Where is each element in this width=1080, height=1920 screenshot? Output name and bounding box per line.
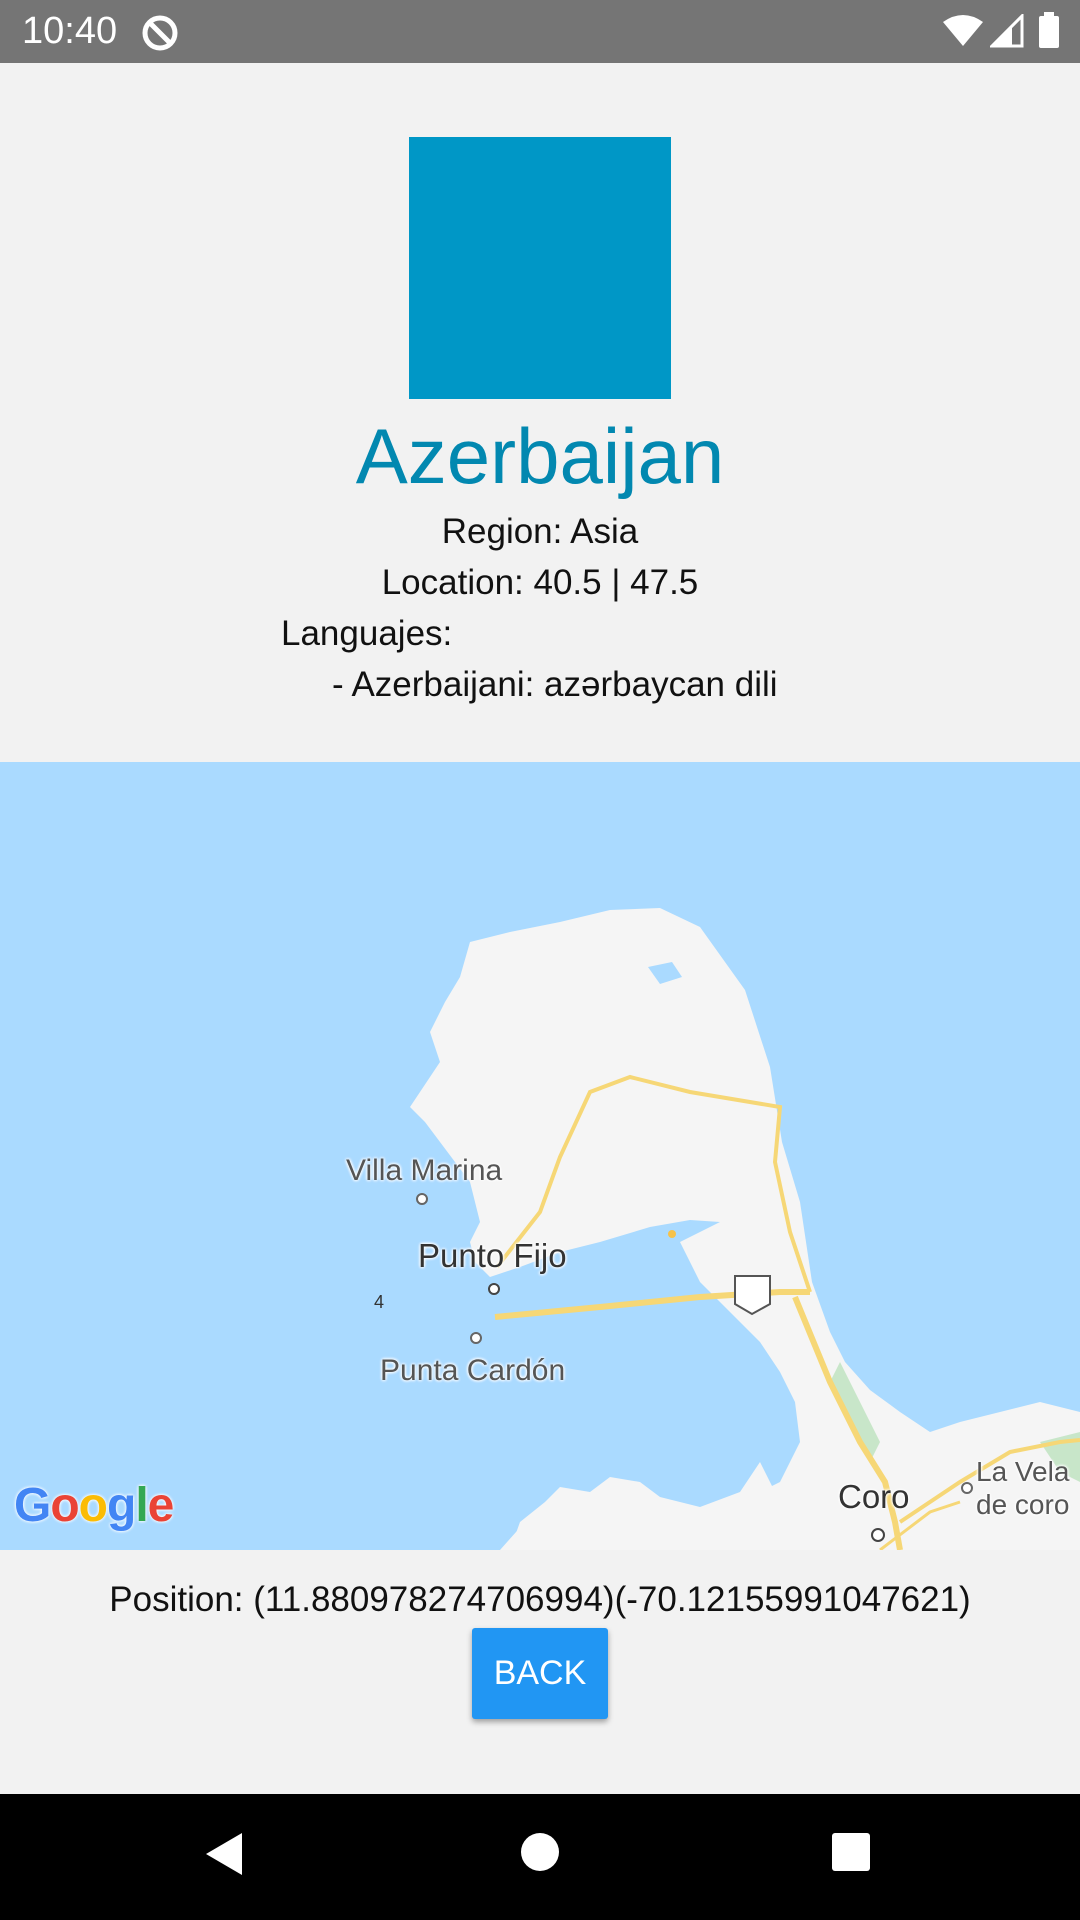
poi-marker bbox=[668, 1230, 676, 1238]
punto-fijo-marker bbox=[488, 1283, 500, 1295]
back-triangle-icon[interactable] bbox=[204, 1831, 244, 1877]
position-text: Position: (11.880978274706994)(-70.12155… bbox=[109, 1580, 971, 1619]
navigation-bar bbox=[0, 1794, 1080, 1920]
punto-fijo-label: Punto Fijo bbox=[418, 1237, 567, 1274]
coro-label: Coro bbox=[838, 1478, 910, 1515]
villa-marina-label: Villa Marina bbox=[346, 1154, 503, 1187]
back-button[interactable]: BACK bbox=[472, 1628, 608, 1719]
battery-icon bbox=[1039, 12, 1059, 48]
recents-square-icon[interactable] bbox=[831, 1832, 871, 1872]
region-text: Region: Asia bbox=[441, 512, 639, 551]
la-vela-marker bbox=[961, 1482, 973, 1494]
google-logo: Google bbox=[14, 1479, 174, 1532]
language-item: - Azerbaijani: azərbaycan dili bbox=[332, 665, 778, 704]
signal-icon bbox=[990, 14, 1024, 48]
punta-cardon-label: Punta Cardón bbox=[380, 1354, 566, 1387]
wifi-icon bbox=[943, 15, 983, 46]
location-text: Location: 40.5 | 47.5 bbox=[381, 563, 699, 602]
country-name: Azerbaijan bbox=[355, 412, 725, 500]
status-bar: 10:40 bbox=[0, 0, 1080, 63]
villa-marina-marker bbox=[416, 1193, 428, 1205]
languages-label: Languajes: bbox=[281, 614, 453, 653]
la-vela-label-line1: La Vela bbox=[976, 1456, 1070, 1487]
map-graphic bbox=[410, 908, 1080, 1550]
coro-marker bbox=[871, 1528, 885, 1542]
map-view[interactable]: 4 Villa Marina Punto Fijo Punta Cardón C… bbox=[0, 762, 1080, 1550]
route-shield-number: 4 bbox=[374, 1292, 385, 1312]
app-notification-icon bbox=[142, 15, 178, 51]
punta-cardon-marker bbox=[470, 1332, 482, 1344]
status-time: 10:40 bbox=[22, 10, 118, 52]
country-flag bbox=[409, 137, 671, 399]
la-vela-label-line2: de coro bbox=[976, 1489, 1070, 1520]
home-circle-icon[interactable] bbox=[520, 1832, 560, 1872]
